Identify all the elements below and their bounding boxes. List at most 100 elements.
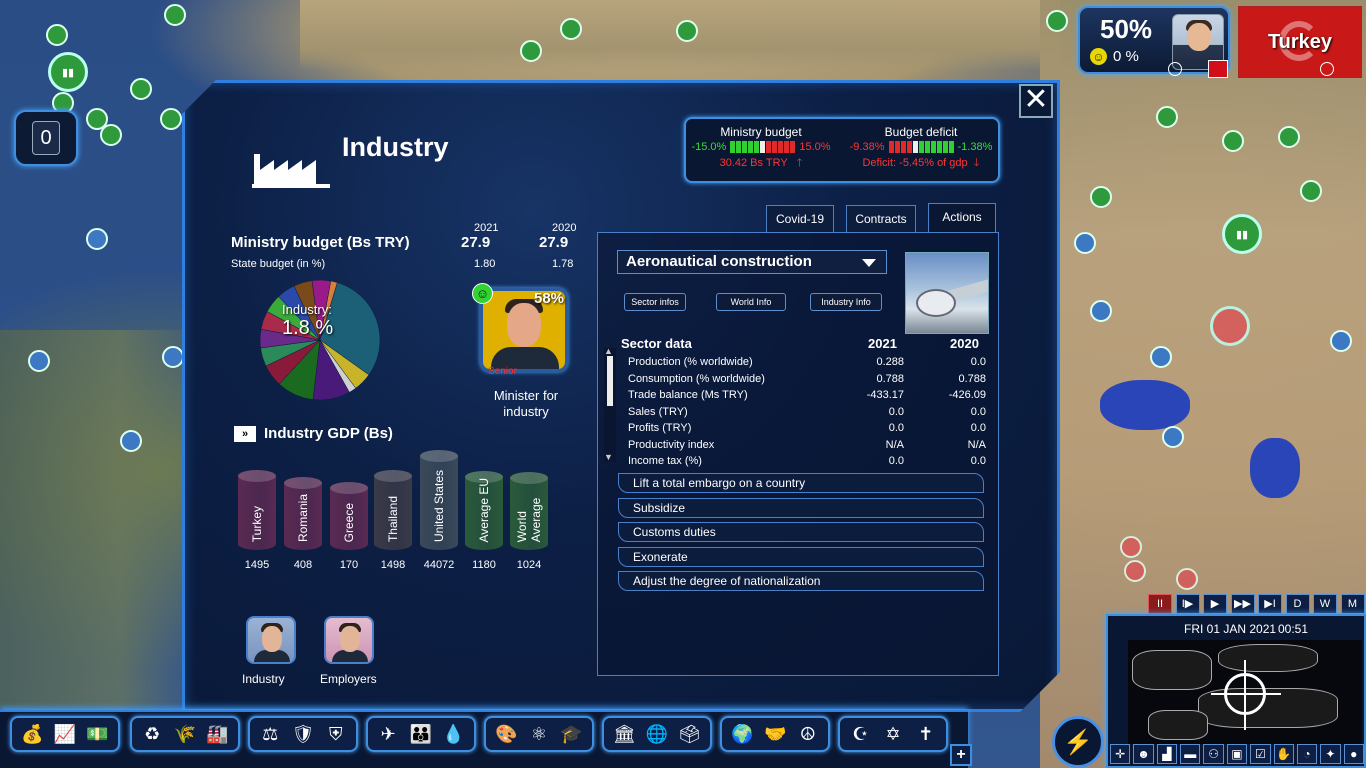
crescent-icon[interactable]: ☪ [849,724,871,745]
ministry-budget-bar[interactable] [730,141,796,153]
water-icon[interactable]: 💧 [442,724,464,745]
atom-icon[interactable]: ⚛ [528,724,550,745]
globe-icon[interactable]: 🌐 [646,724,668,745]
map-marker[interactable] [1124,560,1146,582]
week-button[interactable]: W [1313,594,1337,614]
notification-counter[interactable]: 0 [14,110,78,166]
action-button[interactable]: Subsidize [618,497,984,518]
map-marker[interactable] [1046,10,1068,32]
budget-summary-panel[interactable]: Ministry budget -15.0% 15.0% 30.42 Bs TR… [684,117,1000,183]
tab-contracts[interactable]: Contracts [846,205,916,233]
action-button[interactable]: Adjust the degree of nationalization [618,571,984,591]
map-marker[interactable] [1090,186,1112,208]
crosshair-icon[interactable] [1320,62,1334,76]
filter-train-icon[interactable]: ▬ [1180,744,1201,764]
action-button[interactable]: Customs duties [618,522,984,542]
filter-cross-icon[interactable]: ✛ [1110,744,1131,764]
crosshair-icon[interactable] [1168,62,1182,76]
scrollbar-thumb[interactable] [607,356,613,406]
map-marker[interactable] [1210,306,1250,346]
map-marker[interactable] [86,228,108,250]
filter-vote-icon[interactable]: ☑ [1250,744,1271,764]
map-marker[interactable] [130,78,152,100]
filter-handshake-icon[interactable]: ✋ [1273,744,1294,764]
earth-icon[interactable]: 🌍 [731,724,753,745]
money-bag-icon[interactable]: 💰 [21,724,43,745]
map-marker[interactable] [676,20,698,42]
advisor-industry-portrait[interactable] [246,616,296,664]
scroll-down-icon[interactable]: ▼ [604,452,613,462]
close-button[interactable]: ✕ [1019,84,1053,118]
cross-icon[interactable]: ✝ [915,724,937,745]
military-icon[interactable]: ⚡ [1052,716,1104,768]
cash-icon[interactable]: 💵 [86,724,108,745]
filter-gauge-icon[interactable]: ◔ [1296,744,1318,764]
factory-icon[interactable]: 🏭 [206,724,228,745]
filter-coins-icon[interactable]: ● [1343,744,1364,764]
institution-icon[interactable]: 🏛 [613,724,636,745]
map-marker[interactable] [1162,426,1184,448]
map-marker[interactable] [162,346,184,368]
map-marker[interactable] [1074,232,1096,254]
family-icon[interactable]: 👪 [410,724,432,745]
map-marker[interactable] [1120,536,1142,558]
plane-icon[interactable]: ✈ [377,724,399,745]
peace-icon[interactable]: ☮ [797,724,819,745]
fast-forward-icon[interactable]: » [234,426,256,442]
map-marker[interactable]: ▮▮ [48,52,88,92]
pause-button[interactable]: II [1148,594,1172,614]
industry-info-button[interactable]: Industry Info [810,293,882,311]
play-button[interactable]: ▶ [1203,594,1227,614]
map-marker[interactable] [1278,126,1300,148]
budget-deficit-slider[interactable]: Budget deficit -9.38% -1.38% Deficit: -5… [846,125,996,173]
handshake-icon[interactable]: 🤝 [764,724,786,745]
filter-people-icon[interactable]: ⚇ [1203,744,1224,764]
tank-icon[interactable]: 🛡 [292,724,315,745]
map-marker[interactable] [28,350,50,372]
map-marker[interactable] [1176,568,1198,590]
sector-dropdown[interactable]: Aeronautical construction [617,250,887,274]
palette-icon[interactable]: 🎨 [495,724,517,745]
map-marker[interactable] [560,18,582,40]
star-of-david-icon[interactable]: ✡ [882,724,904,745]
fast-forward-button[interactable]: ▶▶ [1230,594,1255,614]
filter-box-icon[interactable]: ▣ [1226,744,1248,764]
filter-satellite-icon[interactable]: ✦ [1320,744,1341,764]
map-marker[interactable]: ▮▮ [1222,214,1262,254]
filter-person-icon[interactable]: ☻ [1133,744,1154,764]
day-button[interactable]: D [1285,594,1310,614]
map-marker[interactable] [1300,180,1322,202]
map-marker[interactable] [1156,106,1178,128]
country-flag[interactable]: Turkey [1238,6,1362,78]
step-button[interactable]: I▶ [1175,594,1200,614]
map-marker[interactable] [1090,300,1112,322]
tab-actions[interactable]: Actions [928,203,996,233]
action-button[interactable]: Lift a total embargo on a country [618,473,984,493]
wheat-icon[interactable]: 🌾 [174,724,196,745]
month-button[interactable]: M [1340,594,1365,614]
world-info-button[interactable]: World Info [716,293,786,311]
scroll-up-icon[interactable]: ▲ [604,346,613,356]
chart-icon[interactable]: 📈 [54,724,76,745]
map-marker[interactable] [120,430,142,452]
skip-button[interactable]: ▶I [1258,594,1282,614]
ballot-icon[interactable]: 🗳 [678,724,701,745]
map-marker[interactable] [164,4,186,26]
map-marker[interactable] [46,24,68,46]
filter-factory-icon[interactable]: ▟ [1156,744,1178,764]
police-icon[interactable]: ⛨ [325,724,347,745]
action-button[interactable]: Exonerate [618,546,984,567]
budget-pie-chart[interactable] [256,276,384,404]
graduation-icon[interactable]: 🎓 [560,724,582,745]
ministry-budget-slider[interactable]: Ministry budget -15.0% 15.0% 30.42 Bs TR… [686,125,836,173]
map-marker[interactable] [100,124,122,146]
map-marker[interactable] [1150,346,1172,368]
budget-deficit-bar[interactable] [888,141,954,153]
map-marker[interactable] [520,40,542,62]
map-marker[interactable] [1222,130,1244,152]
justice-icon[interactable]: ⚖ [259,724,281,745]
tab-covid-19[interactable]: Covid-19 [766,205,834,233]
add-icon[interactable]: + [950,744,972,766]
recycle-icon[interactable]: ♻ [141,724,163,745]
advisor-employers-portrait[interactable] [324,616,374,664]
